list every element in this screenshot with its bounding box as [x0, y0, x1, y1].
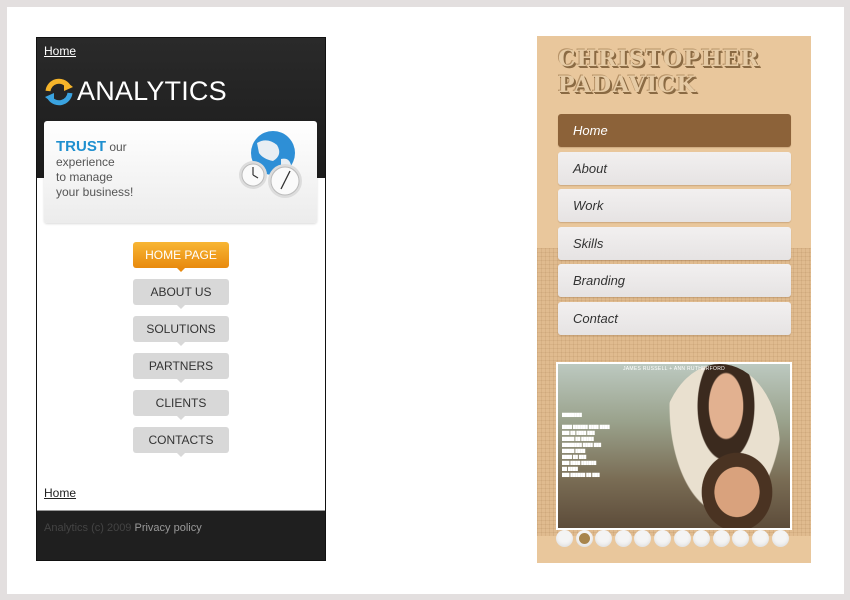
nav-branding[interactable]: Branding — [558, 264, 791, 297]
trust-banner: TRUST our experience to manage your busi… — [44, 121, 317, 223]
nav-clients[interactable]: CLIENTS — [133, 390, 229, 420]
slide-dot-10[interactable] — [732, 530, 750, 547]
globe-clocks-icon — [239, 131, 302, 198]
slide-caption: JAMES RUSSELL + ANN RUTHERFORD — [622, 366, 726, 372]
photo-man — [692, 442, 782, 528]
nav-about[interactable]: About — [558, 151, 791, 185]
logo-text: ANALYTICS — [77, 76, 227, 106]
title-line2: PADAVICK — [558, 72, 697, 98]
title-line1: CHRISTOPHER — [558, 46, 760, 72]
top-home-link[interactable]: Home — [44, 44, 76, 58]
banner-line3: to manage — [56, 170, 113, 184]
site-logo[interactable]: ANALYTICS — [44, 76, 227, 107]
slide-photo: JAMES RUSSELL + ANN RUTHERFORD ████████ █… — [558, 364, 790, 528]
slideshow-image[interactable]: JAMES RUSSELL + ANN RUTHERFORD ████████ █… — [556, 362, 792, 530]
banner-line1: our — [106, 140, 127, 154]
bottom-home-link[interactable]: Home — [44, 486, 76, 500]
slide-dot-5[interactable] — [634, 530, 652, 547]
nav-skills[interactable]: Skills — [558, 226, 791, 260]
footer-text: Analytics (c) 2009 Privacy policy — [44, 522, 202, 534]
slide-credits: ████████ ████ ██████ ████ ████ ███ ██ ████… — [562, 413, 610, 477]
slide-dot-11[interactable] — [751, 530, 769, 547]
slide-dot-7[interactable] — [673, 530, 691, 547]
slideshow-pagination — [556, 530, 791, 547]
analytics-mobile-site: Home ANALYTICS TRUST our experience to m… — [36, 37, 326, 561]
banner-line4: your business! — [56, 185, 134, 199]
copyright-text: Analytics (c) 2009 — [44, 522, 135, 534]
banner-text: TRUST our experience to manage your busi… — [56, 139, 133, 200]
nav-partners[interactable]: PARTNERS — [133, 353, 229, 383]
slide-dot-12[interactable] — [771, 530, 789, 547]
nav-home[interactable]: Home — [558, 114, 791, 147]
banner-line2: experience — [56, 155, 115, 169]
nav-home-page[interactable]: HOME PAGE — [133, 242, 229, 272]
site-footer: Analytics (c) 2009 Privacy policy — [37, 510, 325, 560]
portfolio-nav: Home About Work Skills Branding Contact — [558, 114, 791, 339]
nav-contacts[interactable]: CONTACTS — [133, 427, 229, 457]
privacy-policy-link[interactable]: Privacy policy — [134, 522, 201, 534]
nav-solutions[interactable]: SOLUTIONS — [133, 316, 229, 346]
slide-dot-8[interactable] — [693, 530, 711, 547]
slide-dot-3[interactable] — [595, 530, 613, 547]
slide-dot-9[interactable] — [712, 530, 730, 547]
nav-contact[interactable]: Contact — [558, 301, 791, 335]
portfolio-mobile-site: CHRISTOPHER PADAVICK Home About Work Ski… — [537, 36, 811, 563]
slide-dot-4[interactable] — [614, 530, 632, 547]
slide-dot-2[interactable] — [575, 530, 593, 547]
banner-highlight: TRUST — [56, 138, 106, 155]
site-title[interactable]: CHRISTOPHER PADAVICK — [558, 46, 760, 98]
slide-dot-6[interactable] — [653, 530, 671, 547]
nav-work[interactable]: Work — [558, 189, 791, 222]
nav-about-us[interactable]: ABOUT US — [133, 279, 229, 309]
refresh-arrows-icon — [45, 78, 73, 105]
slide-dot-1[interactable] — [556, 530, 573, 547]
main-nav: HOME PAGE ABOUT US SOLUTIONS PARTNERS CL… — [133, 242, 229, 464]
